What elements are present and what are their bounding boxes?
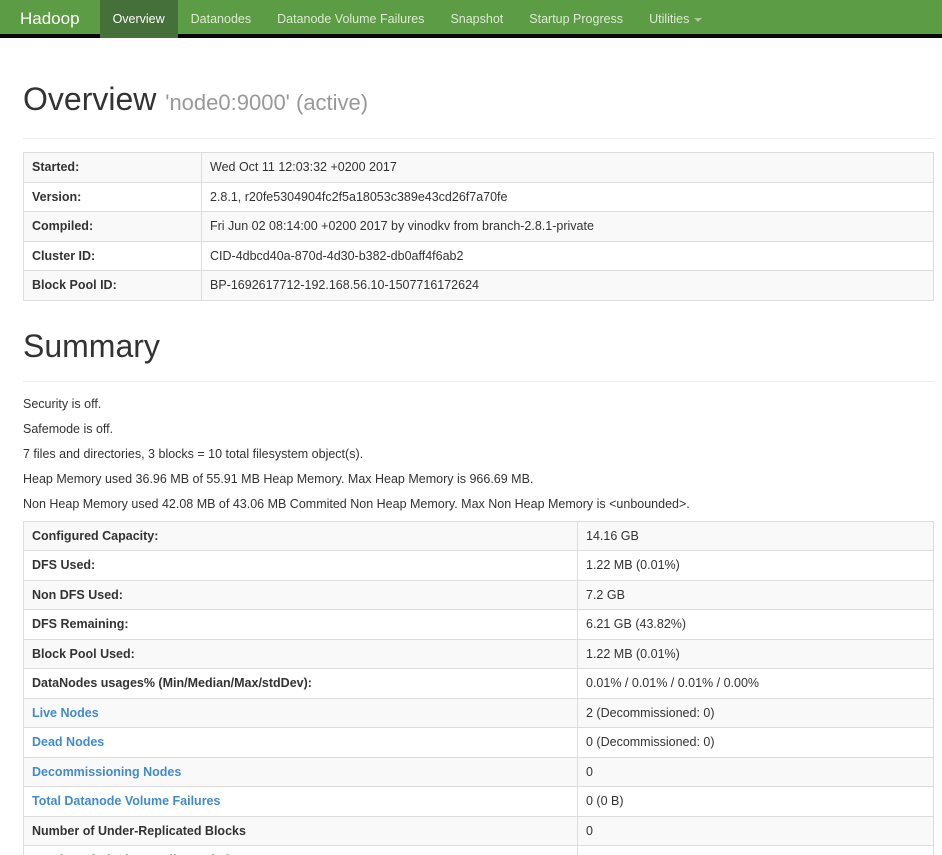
decommissioning-nodes-link[interactable]: Decommissioning Nodes — [32, 765, 181, 779]
row-value: 0.01% / 0.01% / 0.01% / 0.00% — [577, 668, 934, 699]
table-row: DFS Used: 1.22 MB (0.01%) — [23, 550, 934, 581]
page-subtitle: 'node0:9000' (active) — [165, 90, 369, 115]
row-value: 1.22 MB (0.01%) — [577, 638, 934, 669]
nav-tab-label: Utilities — [649, 12, 690, 26]
row-label: Non DFS Used: — [23, 579, 578, 610]
summary-table-body: Configured Capacity: 14.16 GB DFS Used: 1.2… — [23, 520, 934, 855]
row-value: 2.8.1, r20fe5304904fc2f5a18053c389e43cd2… — [201, 181, 934, 212]
row-value: 0 (Decommissioned: 0) — [577, 727, 934, 758]
table-row: DFS Remaining: 6.21 GB (43.82%) — [23, 609, 934, 640]
page-title: Overview 'node0:9000' (active) — [23, 80, 934, 122]
navbar-tabs: Overview Datanodes Datanode Volume Failure… — [99, 0, 716, 38]
summary-text-line: Security is off. — [23, 396, 102, 411]
nav-tab-datanode-volume-failures[interactable]: Datanode Volume Failures — [264, 0, 437, 34]
row-label: Dead Nodes — [23, 727, 578, 758]
row-value: 0 — [577, 756, 934, 787]
table-row: Compiled: Fri Jun 02 08:14:00 +0200 2017 … — [23, 211, 934, 242]
nav-tab-label: Datanodes — [190, 12, 252, 26]
navbar-brand[interactable]: Hadoop — [0, 0, 100, 34]
row-value: Fri Jun 02 08:14:00 +0200 2017 by vinodk… — [201, 211, 934, 242]
chevron-down-icon — [694, 17, 703, 22]
row-label: Block Pool ID: — [23, 270, 202, 301]
row-value: 1.22 MB (0.01%) — [577, 550, 934, 581]
nav-tab-overview[interactable]: Overview — [99, 0, 178, 38]
row-value: 14.16 GB — [577, 520, 934, 551]
dead-nodes-link[interactable]: Dead Nodes — [32, 735, 104, 749]
table-row: Non DFS Used: 7.2 GB — [23, 579, 934, 610]
summary-divider — [23, 380, 934, 382]
row-label: Number of Under-Replicated Blocks — [23, 815, 578, 846]
nav-tab-startup-progress[interactable]: Startup Progress — [516, 0, 636, 34]
row-label: Version: — [23, 181, 202, 212]
summary-table: Configured Capacity: 14.16 GB DFS Used: 1.2… — [23, 520, 934, 855]
nav-tab-label: Startup Progress — [529, 12, 624, 26]
row-label: Block Pool Used: — [23, 638, 578, 669]
nav-tab-link[interactable]: Snapshot — [437, 0, 516, 38]
table-row: Dead Nodes 0 (Decommissioned: 0) — [23, 727, 934, 758]
table-row: Started: Wed Oct 11 12:03:32 +0200 2017 — [23, 152, 934, 183]
table-row: Block Pool ID: BP-1692617712-192.168.56.1… — [23, 270, 934, 301]
row-label: Live Nodes — [23, 697, 578, 728]
table-row: Number of Blocks Pending Deletion0 — [23, 845, 934, 855]
nav-tab-label: Snapshot — [450, 12, 504, 26]
table-row: Total Datanode Volume Failures 0 (0 B) — [23, 786, 934, 817]
row-value: 0 (0 B) — [577, 786, 934, 817]
nav-tab-link[interactable]: Overview — [99, 0, 178, 38]
info-table-body: Started: Wed Oct 11 12:03:32 +0200 2017 Ve… — [23, 152, 934, 301]
row-label: Started: — [23, 152, 202, 183]
row-value: 0 — [577, 845, 934, 855]
table-row: Live Nodes 2 (Decommissioned: 0) — [23, 697, 934, 728]
row-value: 0 — [577, 815, 934, 846]
nav-tab-utilities[interactable]: Utilities — [636, 0, 715, 34]
nav-tab-datanodes[interactable]: Datanodes — [178, 0, 264, 34]
row-label: DFS Used: — [23, 550, 578, 581]
nav-tab-snapshot[interactable]: Snapshot — [437, 0, 516, 34]
nav-tab-label: Overview — [112, 12, 165, 26]
row-label: Compiled: — [23, 211, 202, 242]
info-table: Started: Wed Oct 11 12:03:32 +0200 2017 Ve… — [23, 152, 934, 301]
summary-paragraphs: Security is off. Safemode is off. 7 files … — [23, 396, 934, 513]
table-row: Decommissioning Nodes 0 — [23, 756, 934, 787]
row-label: DataNodes usages% (Min/Median/Max/stdDev… — [23, 668, 578, 699]
row-label: Decommissioning Nodes — [23, 756, 578, 787]
summary-text-line: 7 files and directories, 3 blocks = 10 t… — [23, 446, 364, 461]
row-value: Wed Oct 11 12:03:32 +0200 2017 — [201, 152, 934, 183]
table-row: Block Pool Used: 1.22 MB (0.01%) — [23, 638, 934, 669]
navbar: Hadoop Overview Datanodes Datanode Volume … — [0, 0, 942, 38]
row-label: Cluster ID: — [23, 240, 202, 271]
summary-text-line: Non Heap Memory used 42.08 MB of 43.06 M… — [23, 496, 690, 511]
row-value: CID-4dbcd40a-870d-4d30-b382-db0aff4f6ab2 — [201, 240, 934, 271]
row-label: Total Datanode Volume Failures — [23, 786, 578, 817]
nav-tab-link[interactable]: Datanodes — [178, 0, 264, 38]
row-value: 7.2 GB — [577, 579, 934, 610]
nav-tab-link[interactable]: Startup Progress — [516, 0, 636, 38]
title-divider — [23, 138, 934, 139]
table-row: Version: 2.8.1, r20fe5304904fc2f5a18053c3… — [23, 181, 934, 212]
row-value: 6.21 GB (43.82%) — [577, 609, 934, 640]
nav-tab-link[interactable]: Datanode Volume Failures — [264, 0, 437, 38]
row-label: DFS Remaining: — [23, 609, 578, 640]
row-value: BP-1692617712-192.168.56.10-150771617262… — [201, 270, 934, 301]
nav-tab-label: Datanode Volume Failures — [277, 12, 425, 26]
live-nodes-link[interactable]: Live Nodes — [32, 706, 99, 720]
table-row: DataNodes usages% (Min/Median/Max/stdDev… — [23, 668, 934, 699]
summary-text-line: Safemode is off. — [23, 421, 114, 436]
table-row: Number of Under-Replicated Blocks 0 — [23, 815, 934, 846]
nav-tab-link[interactable]: Utilities — [636, 0, 715, 38]
page-title-text: Overview — [23, 81, 157, 117]
main-content: Overview 'node0:9000' (active) Started: W… — [23, 80, 934, 855]
table-row: Cluster ID: CID-4dbcd40a-870d-4d30-b382-d… — [23, 240, 934, 271]
row-label: Number of Blocks Pending Deletion — [23, 845, 578, 855]
row-label: Configured Capacity: — [23, 520, 578, 551]
row-value: 2 (Decommissioned: 0) — [577, 697, 934, 728]
summary-title: Summary — [23, 327, 160, 364]
total-datanode-volume-failures-link[interactable]: Total Datanode Volume Failures — [32, 794, 220, 808]
table-row: Configured Capacity: 14.16 GB — [23, 520, 934, 551]
summary-text-line: Heap Memory used 36.96 MB of 55.91 MB He… — [23, 471, 534, 486]
